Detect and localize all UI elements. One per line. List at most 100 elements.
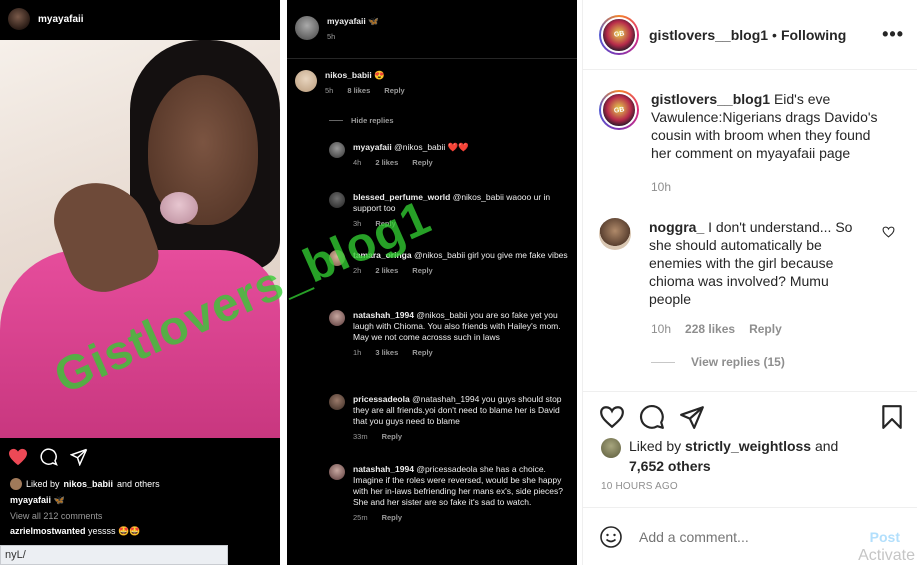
mid-comment-text: 😍 [374,70,385,80]
mid-reply-time: 33m [353,432,368,441]
save-bookmark-icon[interactable] [879,404,905,430]
left-liked-by: Liked by nikos_babii and others [10,478,160,490]
mid-reply-row: blessed_perfume_world @nikos_babii waooo… [329,192,569,229]
post-header: GB gistlovers__blog1 • Following ••• [583,0,917,70]
mid-reply-likes: 2 likes [375,158,399,167]
author-avatar-ring[interactable]: GB [599,14,639,55]
post-caption: GB gistlovers__blog1 Eid's eve Vawulence… [599,90,899,162]
mid-reply-user: natashah_1994 [353,464,414,474]
comment-reply-button[interactable]: Reply [749,322,782,336]
mid-op-meta: 5h [327,31,379,42]
following-button[interactable]: Following [781,27,846,43]
avatar [329,310,345,326]
mid-reply-meta: 3h Reply [353,218,569,229]
avatar [295,70,317,92]
mid-comment-meta: 5h 8 likes Reply [325,85,405,96]
mid-reply-reply: Reply [412,266,433,275]
mid-reply-text: @nikos_babii ❤️❤️ [394,142,469,152]
screenshot-left-panel: myayafaii Liked by nikos_babii and other… [0,0,280,565]
mid-reply-reply: Reply [381,432,403,441]
avatar [329,250,345,266]
mid-comment-body: nikos_babii 😍 5h 8 likes Reply [325,70,405,96]
view-replies-label: View replies (15) [691,355,785,369]
caption-timestamp[interactable]: 10h [651,180,671,194]
panel-divider [280,0,287,565]
like-heart-icon[interactable] [599,404,625,430]
comment-time[interactable]: 10h [651,322,671,336]
mid-reply-time: 4h [353,158,362,167]
heart-filled-icon [9,448,27,466]
post-sidebar: GB gistlovers__blog1 • Following ••• GB … [582,0,917,565]
comment-like-heart-icon[interactable] [882,226,895,238]
comment-text: yessss 🤩🤩 [88,526,141,536]
mid-reply-row: tamara_oringa @nikos_babii girl you give… [329,250,569,276]
post-button[interactable]: Post [870,529,900,545]
liked-by-suffix: and others [117,479,160,489]
likes-others[interactable]: 7,652 others [629,458,711,474]
more-options-icon[interactable]: ••• [882,24,904,45]
mid-op-body: myayafaii 🦋 5h [327,16,379,42]
mid-reply-time: 2h [353,266,362,275]
avatar [329,394,345,410]
author-avatar: GB [601,16,637,53]
header-separator: • [772,26,777,43]
commenter-username[interactable]: noggra_ [649,219,704,235]
mid-comment-likes: 8 likes [347,86,371,95]
url-tooltip: nyL/ [0,545,228,565]
post-actions [583,391,917,441]
comment-likes[interactable]: 228 likes [685,322,735,336]
comment-meta: 10h 228 likes Reply [651,322,782,336]
mid-reply-user: tamara_oringa [353,250,412,260]
avatar [329,464,345,480]
likes-user[interactable]: strictly_weightloss [685,438,811,454]
mid-reply-likes: 3 likes [375,348,399,357]
comment-text: noggra_ I don't understand... So she sho… [649,218,869,308]
mid-reply-meta: 4h 2 likes Reply [353,157,469,168]
mid-reply-reply: Reply [381,513,403,522]
hide-replies: Hide replies [329,116,394,125]
emoji-smile-icon[interactable] [599,525,623,549]
post-date[interactable]: 10 HOURS AGO [601,481,678,492]
caption-avatar: GB [601,92,637,128]
likes-prefix: Liked by [629,438,682,454]
mid-reply-text: @nikos_babii girl you give me fake vibes [413,250,568,260]
mid-comment-row: nikos_babii 😍 5h 8 likes Reply [295,70,569,96]
caption-user: myayafaii [10,495,52,505]
avatar [8,8,30,30]
mid-comment-user: nikos_babii [325,70,372,80]
mid-reply-body: natashah_1994 @nikos_babii you are so fa… [353,310,569,358]
liker-avatar[interactable] [601,438,621,458]
comment-icon[interactable] [639,404,665,430]
mid-reply-reply: Reply [412,158,433,167]
mid-reply-time: 1h [353,348,362,357]
post-media[interactable]: myayafaii Liked by nikos_babii and other… [0,0,582,565]
avatar [329,192,345,208]
mid-reply-user: myayafaii [353,142,392,152]
commenter-avatar[interactable] [599,218,631,250]
mid-reply-time: 3h [353,219,362,228]
mid-reply-row: myayafaii @nikos_babii ❤️❤️ 4h 2 likes R… [329,142,569,168]
mid-reply-meta: 1h 3 likes Reply [353,347,569,358]
mid-comment-time: 5h [325,86,334,95]
mid-reply-row: natashah_1994 @pricessadeola she has a c… [329,464,569,523]
author-username[interactable]: gistlovers__blog1 [649,27,768,43]
share-icon[interactable] [679,404,705,430]
mid-reply-reply: Reply [412,348,433,357]
mid-reply-user: pricessadeola [353,394,410,404]
caption-avatar-ring[interactable]: GB [599,90,639,130]
avatar-logo: GB [613,105,625,115]
mid-reply-reply: Reply [375,219,396,228]
view-replies-button[interactable]: View replies (15) [651,355,785,369]
comment-item: noggra_ I don't understand... So she sho… [599,218,899,308]
liked-by-prefix: Liked by [26,479,60,489]
left-panel-header: myayafaii [0,0,280,38]
liked-by-user: nikos_babii [63,479,114,489]
mid-op-time: 5h [327,32,336,41]
comment-input[interactable] [639,528,870,545]
selfie-photo [0,40,280,438]
caption-username[interactable]: gistlovers__blog1 [651,91,770,107]
avatar [329,142,345,158]
likes-summary: Liked by strictly_weightloss and 7,652 o… [601,436,838,476]
avatar [295,16,319,40]
mid-reply-meta: 2h 2 likes Reply [353,265,568,276]
